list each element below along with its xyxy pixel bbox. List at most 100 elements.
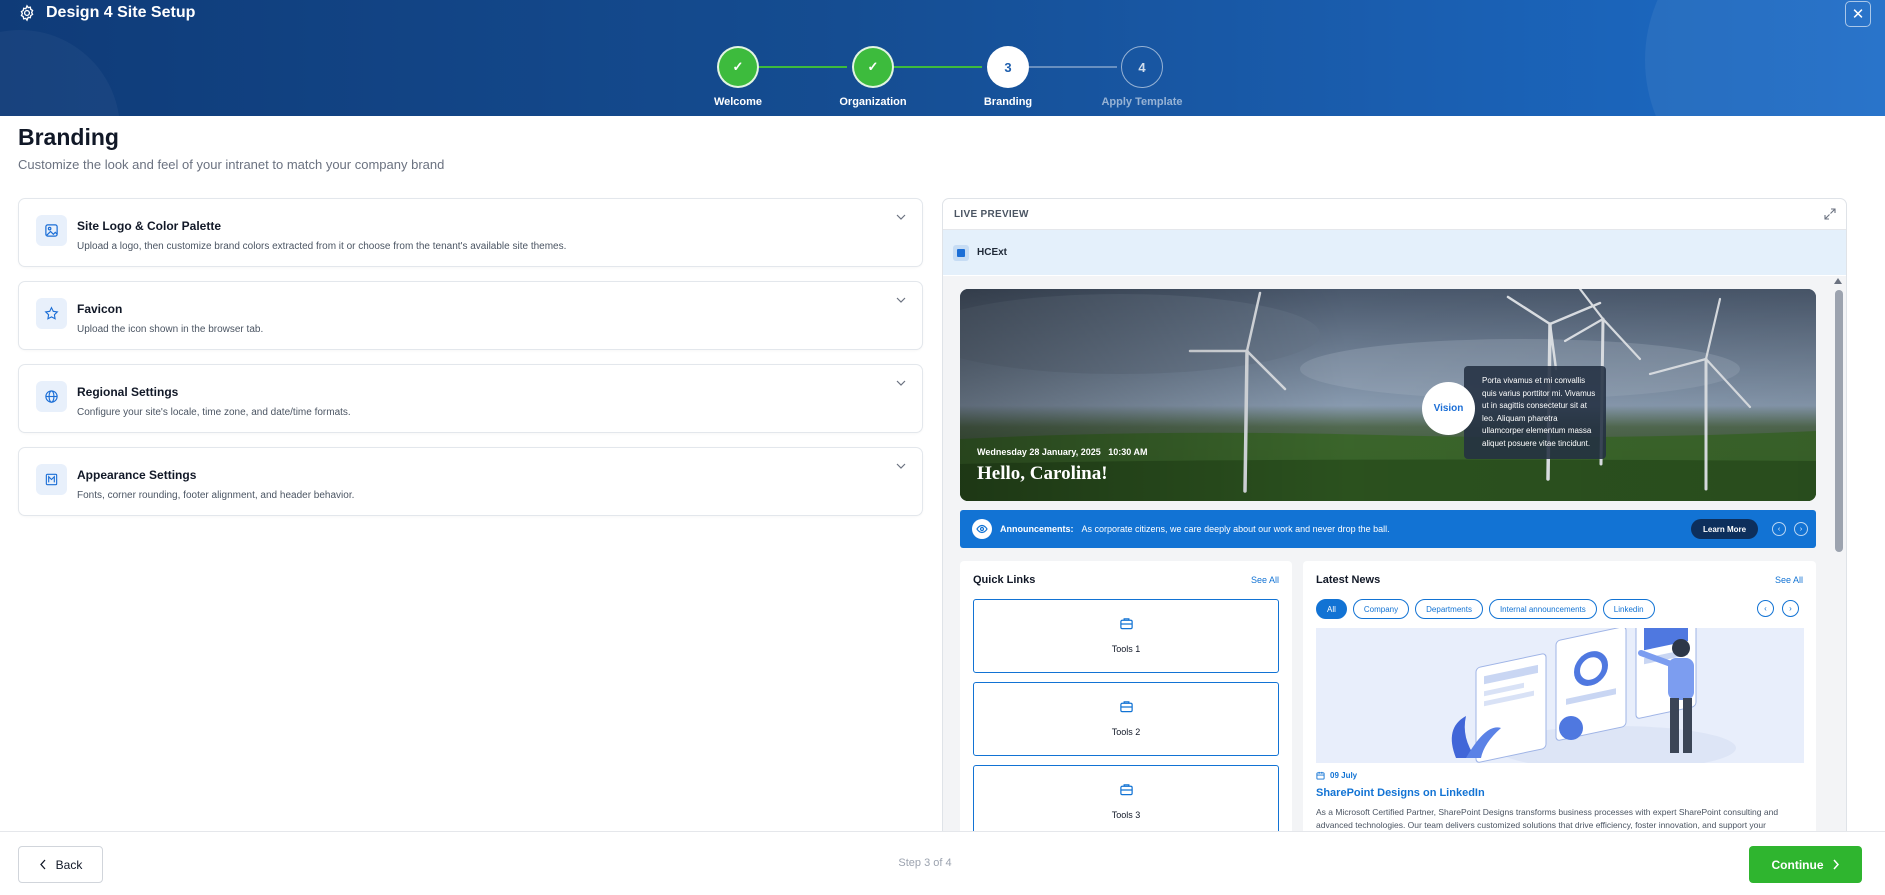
hero-time-text: 10:30 AM [1108, 447, 1148, 457]
section-title: Regional Settings [77, 385, 179, 399]
news-illustration [1316, 628, 1804, 763]
gear-icon [20, 4, 34, 22]
announcement-next-button[interactable]: › [1794, 522, 1808, 536]
continue-button-label: Continue [1771, 857, 1824, 872]
latest-news-title: Latest News [1316, 574, 1381, 586]
quick-links-card: Quick Links See All Tools 1 Tools 2 Tool… [960, 561, 1292, 837]
section-description: Configure your site's locale, time zone,… [77, 407, 351, 418]
quick-link-tile[interactable]: Tools 1 [973, 599, 1279, 673]
chevron-down-icon[interactable] [896, 378, 906, 388]
preview-content: Wednesday 28 January, 2025 10:30 AM Hell… [943, 276, 1846, 837]
check-icon: ✓ [852, 46, 894, 88]
wizard-stepper: ✓ Welcome ✓ Organization 3 Branding 4 Ap… [0, 46, 1885, 116]
news-next-button[interactable]: › [1782, 600, 1799, 617]
wizard-header: Design 4 Site Setup ✕ ✓ Welcome ✓ Organi… [0, 0, 1885, 116]
app-title-text: Design 4 Site Setup [46, 4, 196, 21]
step-label: Organization [839, 96, 907, 108]
briefcase-icon [1120, 618, 1133, 630]
step-label: Apply Template [1101, 96, 1183, 108]
step-number: 3 [987, 46, 1029, 88]
globe-icon [36, 381, 67, 412]
quick-link-tile[interactable]: Tools 3 [973, 765, 1279, 837]
briefcase-icon [1120, 784, 1133, 796]
latest-news-card: Latest News See All All Company Departme… [1303, 561, 1816, 837]
scrollbar-thumb[interactable] [1835, 290, 1843, 552]
learn-more-button[interactable]: Learn More [1691, 519, 1759, 539]
app-title: Design 4 Site Setup [18, 4, 195, 22]
hero-date: Wednesday 28 January, 2025 10:30 AM [977, 447, 1147, 457]
page-title: Branding [18, 124, 119, 150]
palette-icon [36, 464, 67, 495]
section-site-logo[interactable]: Site Logo & Color Palette Upload a logo,… [18, 198, 923, 267]
live-preview-header: LIVE PREVIEW [943, 199, 1846, 230]
hero-date-text: Wednesday 28 January, 2025 [977, 447, 1101, 457]
quick-links-see-all[interactable]: See All [1251, 575, 1279, 585]
continue-button[interactable]: Continue [1749, 846, 1862, 883]
section-favicon[interactable]: Favicon Upload the icon shown in the bro… [18, 281, 923, 350]
announcement-text: As corporate citizens, we care deeply ab… [1081, 524, 1390, 534]
star-icon [36, 298, 67, 329]
section-appearance-settings[interactable]: Appearance Settings Fonts, corner roundi… [18, 447, 923, 516]
chevron-down-icon[interactable] [896, 461, 906, 471]
announcement-label: Announcements: [1000, 524, 1074, 534]
calendar-icon [1316, 771, 1325, 780]
preview-site-name: HCExt [977, 247, 1008, 258]
section-description: Upload a logo, then customize brand colo… [77, 241, 567, 252]
step-counter: Step 3 of 4 [898, 857, 952, 869]
live-preview-panel: LIVE PREVIEW HCExt Wednesday 28 January,… [942, 198, 1847, 838]
dashboard-illustration [1316, 628, 1804, 763]
page-subtitle: Customize the look and feel of your intr… [18, 157, 445, 172]
wizard-footer: Back Step 3 of 4 Continue [0, 831, 1885, 895]
eye-icon [972, 519, 992, 539]
vision-badge[interactable]: Vision [1422, 382, 1475, 435]
hero-greeting: Hello, Carolina! [977, 463, 1108, 484]
filter-chip-company[interactable]: Company [1352, 599, 1410, 619]
news-date: 09 July [1316, 771, 1357, 780]
preview-scrollbar[interactable] [1834, 276, 1843, 837]
check-icon: ✓ [717, 46, 759, 88]
preview-site-bar: HCExt [943, 230, 1846, 275]
preview-hero-banner: Wednesday 28 January, 2025 10:30 AM Hell… [960, 289, 1816, 501]
close-icon: ✕ [1851, 6, 1865, 23]
news-date-text: 09 July [1330, 771, 1358, 780]
section-title: Favicon [77, 302, 123, 316]
chevron-down-icon[interactable] [896, 212, 906, 222]
close-button[interactable]: ✕ [1845, 1, 1871, 27]
announcement-prev-button[interactable]: ‹ [1772, 522, 1786, 536]
chevron-right-icon [1832, 859, 1839, 870]
news-body: As a Microsoft Certified Partner, ShareP… [1316, 807, 1779, 830]
quick-link-label: Tools 2 [1111, 727, 1141, 737]
news-headline[interactable]: SharePoint Designs on LinkedIn [1316, 787, 1485, 799]
step-apply-template[interactable]: 4 Apply Template [1082, 46, 1202, 108]
quick-link-tile[interactable]: Tools 2 [973, 682, 1279, 756]
quick-link-label: Tools 3 [1111, 810, 1141, 820]
briefcase-icon [1120, 701, 1133, 713]
chevron-down-icon[interactable] [896, 295, 906, 305]
section-title: Site Logo & Color Palette [77, 219, 222, 233]
quick-link-label: Tools 1 [1111, 644, 1141, 654]
section-regional-settings[interactable]: Regional Settings Configure your site's … [18, 364, 923, 433]
section-description: Fonts, corner rounding, footer alignment… [77, 490, 355, 501]
live-preview-label: LIVE PREVIEW [954, 208, 1029, 220]
step-branding[interactable]: 3 Branding [948, 46, 1068, 108]
quick-links-title: Quick Links [973, 574, 1036, 586]
step-number: 4 [1121, 46, 1163, 88]
step-organization[interactable]: ✓ Organization [813, 46, 933, 108]
latest-news-see-all[interactable]: See All [1775, 575, 1803, 585]
step-label: Welcome [713, 96, 763, 108]
filter-chip-all[interactable]: All [1316, 599, 1347, 619]
step-label: Branding [983, 96, 1033, 108]
news-filter-chips: All Company Departments Internal announc… [1316, 599, 1655, 619]
section-title: Appearance Settings [77, 468, 197, 482]
step-welcome[interactable]: ✓ Welcome [678, 46, 798, 108]
filter-chip-internal[interactable]: Internal announcements [1488, 599, 1597, 619]
scroll-up-arrow-icon[interactable] [1834, 278, 1842, 284]
expand-icon[interactable] [1824, 208, 1836, 220]
filter-chip-departments[interactable]: Departments [1415, 599, 1483, 619]
vision-text: Porta vivamus et mi convallis quis variu… [1464, 366, 1606, 459]
announcement-bar: Announcements: As corporate citizens, we… [960, 510, 1816, 548]
filter-chip-linkedin[interactable]: Linkedin [1602, 599, 1655, 619]
image-icon [36, 215, 67, 246]
news-prev-button[interactable]: ‹ [1757, 600, 1774, 617]
section-description: Upload the icon shown in the browser tab… [77, 324, 264, 335]
